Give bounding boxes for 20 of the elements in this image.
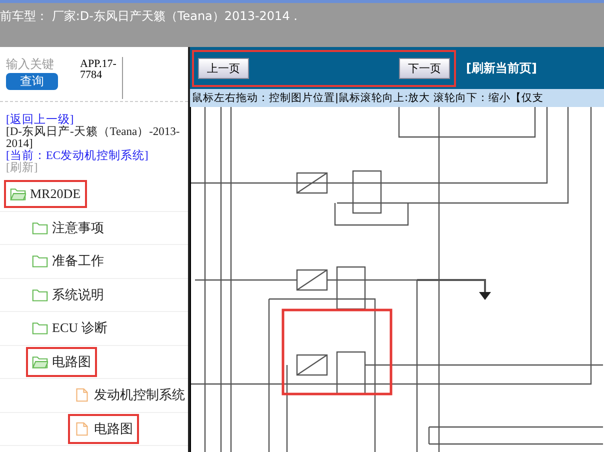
tree-item[interactable]: 注意事项 (26, 212, 110, 243)
tree-item[interactable]: ECU 诊断 (26, 313, 114, 344)
refresh-page-link[interactable]: [刷新当前页] (466, 60, 537, 76)
search-button[interactable]: 查询 (6, 73, 58, 90)
vehicle-title: 前车型： 厂家:D-东风日产天籁（Teana）2013-2014 . (0, 9, 298, 23)
tree-item[interactable]: 电路图 (26, 346, 97, 377)
breadcrumb-path: [D-东风日产-天籁（Teana）-2013-2014] (6, 126, 181, 150)
tree-item[interactable]: MR20DE (4, 180, 87, 208)
previous-page-button[interactable]: 上一页 (198, 58, 249, 78)
tree-item[interactable]: 电路图 (68, 414, 139, 444)
back-link[interactable]: [返回上一级] (6, 114, 184, 126)
document-icon (74, 388, 90, 402)
app-code: APP.17-7784 (80, 57, 123, 99)
next-page-button[interactable]: 下一页 (399, 58, 450, 78)
tree-item[interactable]: 发动机控制系统 (68, 380, 188, 410)
usage-hint: 鼠标左右拖动：控制图片位置|鼠标滚轮向上:放大 滚轮向下：缩小【仅支 (190, 89, 604, 107)
tree-item[interactable]: 准备工作 (26, 246, 110, 276)
document-icon (74, 422, 90, 436)
current-section-link[interactable]: [当前：EC发动机控制系统] (6, 150, 184, 162)
tree-item[interactable]: 系统说明 (26, 280, 110, 310)
